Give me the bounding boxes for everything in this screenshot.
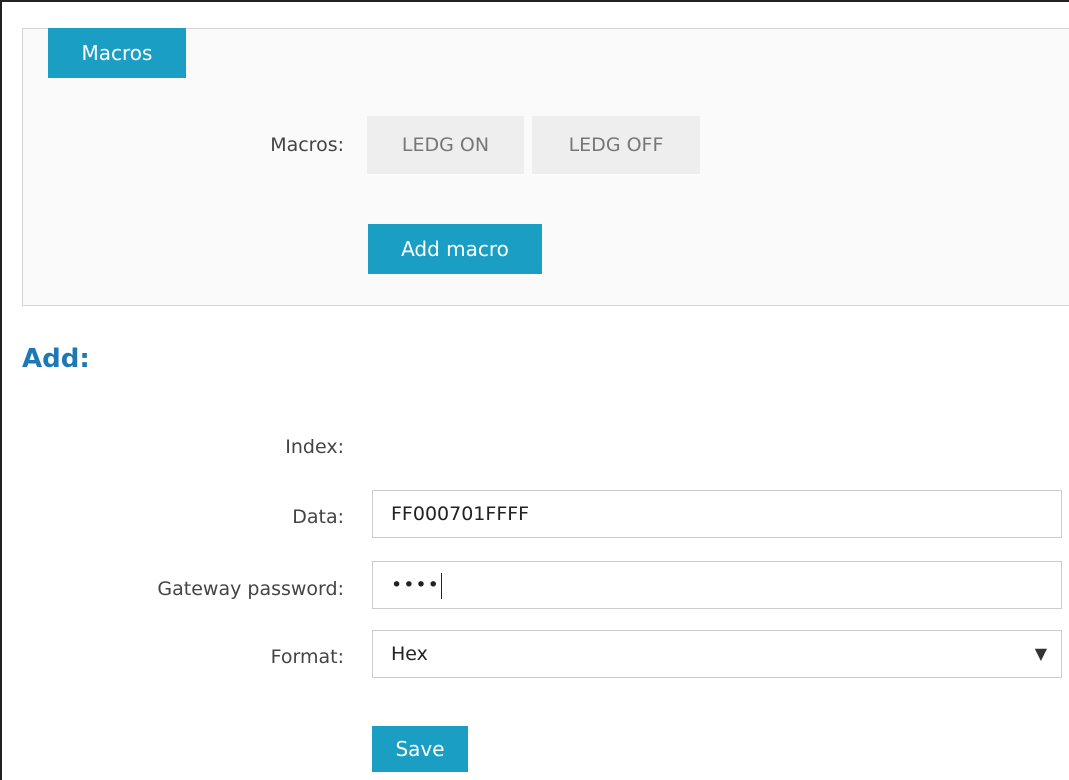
- format-label: Format:: [270, 646, 344, 668]
- macro-button-ledg-on[interactable]: LEDG ON: [367, 116, 524, 174]
- macros-label: Macros:: [270, 134, 344, 156]
- index-label: Index:: [285, 436, 344, 458]
- gateway-password-input[interactable]: ••••: [372, 561, 1062, 609]
- data-input[interactable]: FF000701FFFF: [372, 490, 1062, 538]
- save-button[interactable]: Save: [372, 726, 468, 772]
- format-select[interactable]: Hex ▼: [372, 630, 1062, 678]
- format-selected-value: Hex: [391, 643, 428, 665]
- password-dots: ••••: [391, 574, 440, 596]
- data-label: Data:: [292, 506, 344, 528]
- text-cursor: [440, 572, 442, 599]
- gateway-password-label: Gateway password:: [157, 578, 344, 600]
- add-macro-button[interactable]: Add macro: [368, 224, 542, 274]
- macros-tab[interactable]: Macros: [48, 28, 186, 78]
- dropdown-arrow-icon: ▼: [1034, 644, 1047, 663]
- macro-button-ledg-off[interactable]: LEDG OFF: [532, 116, 700, 174]
- add-section-title: Add:: [22, 344, 90, 374]
